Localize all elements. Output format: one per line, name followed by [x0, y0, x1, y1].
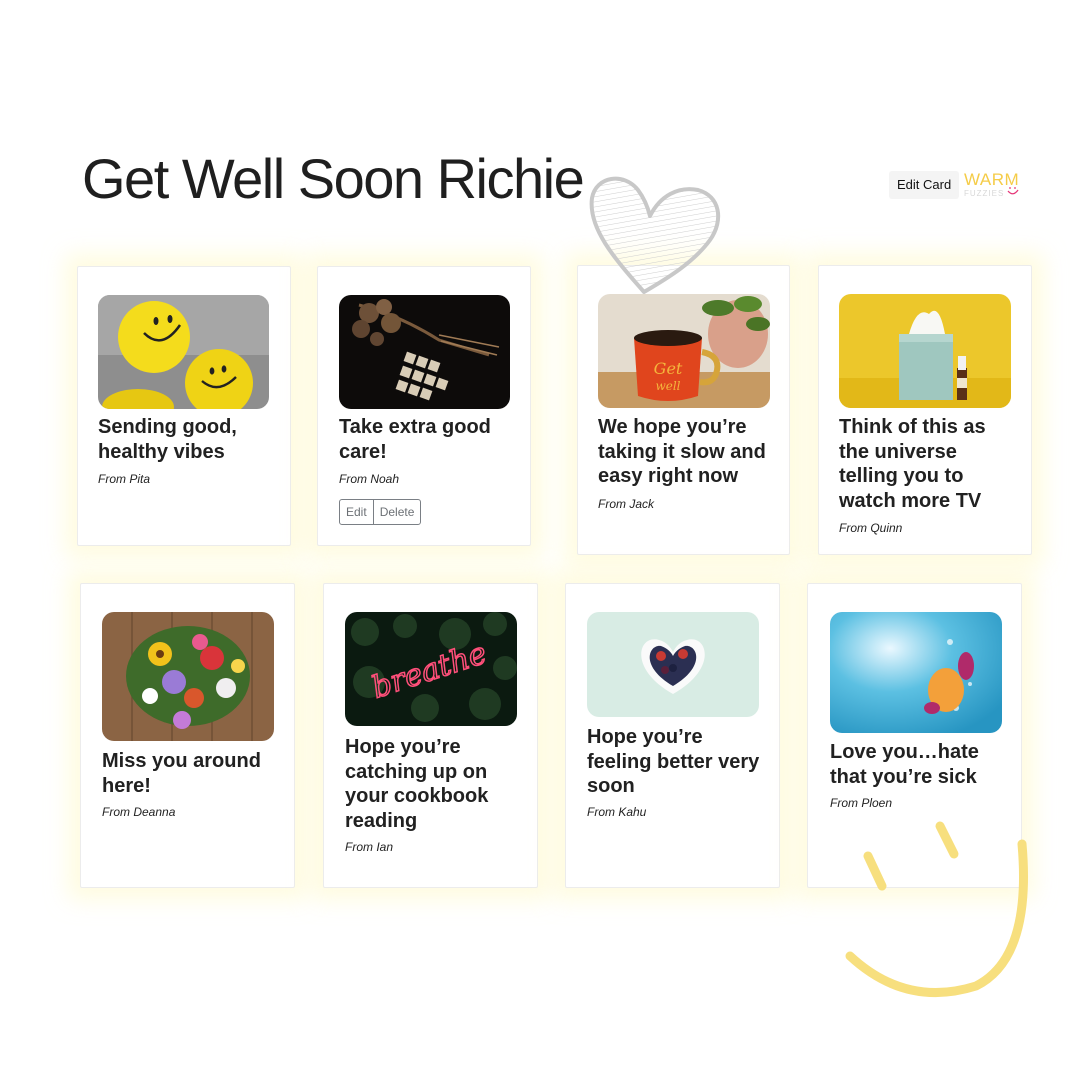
card-deanna: Miss you around here! From Deanna: [80, 583, 295, 888]
card-message: Miss you around here!: [102, 750, 261, 797]
heart-bowl-berries-photo: [587, 612, 759, 717]
smiley-balls-photo: [98, 295, 269, 409]
card-image: [587, 612, 759, 717]
page-title: Get Well Soon Richie: [82, 147, 585, 210]
edit-message-button[interactable]: Edit: [339, 499, 374, 525]
svg-text:Get: Get: [654, 359, 683, 378]
card-author: From Deanna: [102, 805, 176, 819]
card-message: Take extra good care!: [339, 416, 491, 463]
edit-card-button[interactable]: Edit Card: [889, 171, 960, 199]
card-image: Get well: [598, 294, 770, 408]
card-author: From Jack: [598, 497, 655, 511]
card-image: breathe: [345, 612, 517, 726]
flower-bouquet-photo: [102, 612, 274, 741]
card-message: Love you…hate that you’re sick: [830, 741, 979, 788]
card-message: Think of this as the universe telling yo…: [839, 416, 986, 512]
card-ian: breathe Hope you’re catching up on your …: [323, 583, 538, 888]
card-image: [339, 295, 510, 409]
card-message: Hope you’re catching up on your cookbook…: [345, 736, 489, 832]
card-image: [98, 295, 269, 409]
fruit-in-water-photo: [830, 612, 1002, 733]
card-message: We hope you’re taking it slow and easy r…: [598, 416, 766, 488]
card-actions: Edit Delete: [339, 499, 422, 525]
breathe-neon-sign-photo: breathe: [345, 612, 517, 726]
logo-smile-icon: [1007, 187, 1019, 195]
dried-flowers-get-well-tiles-photo: [339, 295, 510, 409]
delete-message-button[interactable]: Delete: [372, 499, 422, 525]
card-author: From Pita: [98, 472, 151, 486]
svg-text:well: well: [655, 379, 680, 393]
get-well-mug-photo: Get well: [598, 294, 770, 408]
card-message: Hope you’re feeling better very soon: [587, 726, 760, 798]
card-author: From Ploen: [830, 796, 893, 810]
card-noah: Take extra good care! From Noah Edit Del…: [317, 266, 531, 546]
card-author: From Noah: [339, 472, 400, 486]
card-jack: Get well We hope you’re taking it slow a…: [577, 265, 790, 555]
card-image: [839, 294, 1011, 408]
card-message: Sending good, healthy vibes: [98, 416, 237, 463]
card-author: From Kahu: [587, 805, 647, 819]
card-image: [102, 612, 274, 741]
card-image: [830, 612, 1002, 733]
tissue-box-photo: [839, 294, 1011, 408]
card-ploen: Love you…hate that you’re sick From Ploe…: [807, 583, 1022, 888]
card-author: From Quinn: [839, 521, 903, 535]
warm-fuzzies-logo[interactable]: WARM FUZZIES: [964, 171, 1024, 201]
card-quinn: Think of this as the universe telling yo…: [818, 265, 1032, 555]
card-pita: Sending good, healthy vibes From Pita: [77, 266, 291, 546]
card-author: From Ian: [345, 840, 394, 854]
card-kahu: Hope you’re feeling better very soon Fro…: [565, 583, 780, 888]
